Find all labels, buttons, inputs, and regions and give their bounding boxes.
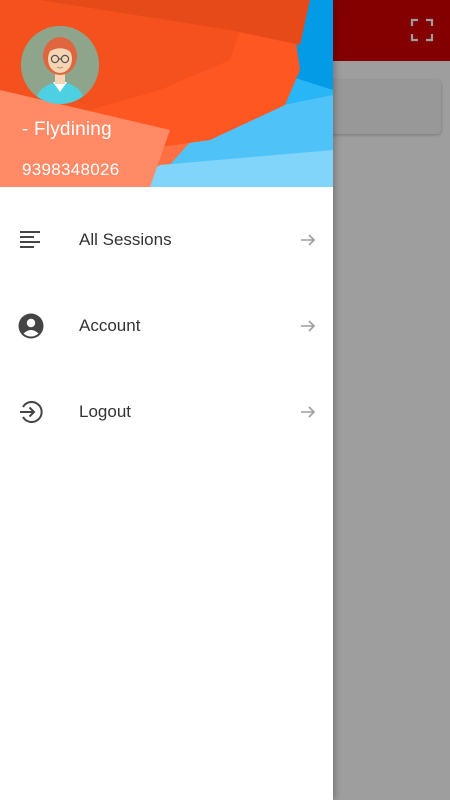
list-icon (18, 227, 44, 253)
arrow-right-icon (301, 406, 316, 418)
avatar (21, 26, 99, 104)
menu-item-label: All Sessions (79, 230, 172, 249)
user-name: - Flydining (22, 119, 112, 140)
user-avatar-icon (21, 26, 99, 104)
menu-item-label: Logout (79, 402, 131, 421)
user-phone: 9398348026 (22, 160, 120, 179)
arrow-right-icon (301, 320, 316, 332)
drawer-menu: All Sessions Account Logout (0, 197, 333, 455)
menu-item-all-sessions[interactable]: All Sessions (0, 197, 333, 283)
menu-item-logout[interactable]: Logout (0, 369, 333, 455)
menu-item-account[interactable]: Account (0, 283, 333, 369)
menu-item-label: Account (79, 316, 141, 335)
navigation-drawer: - Flydining 9398348026 All Sessions Acco… (0, 0, 333, 800)
drawer-header: - Flydining 9398348026 (0, 0, 333, 187)
arrow-right-icon (301, 234, 316, 246)
logout-icon (18, 399, 44, 425)
account-circle-icon (18, 313, 44, 339)
